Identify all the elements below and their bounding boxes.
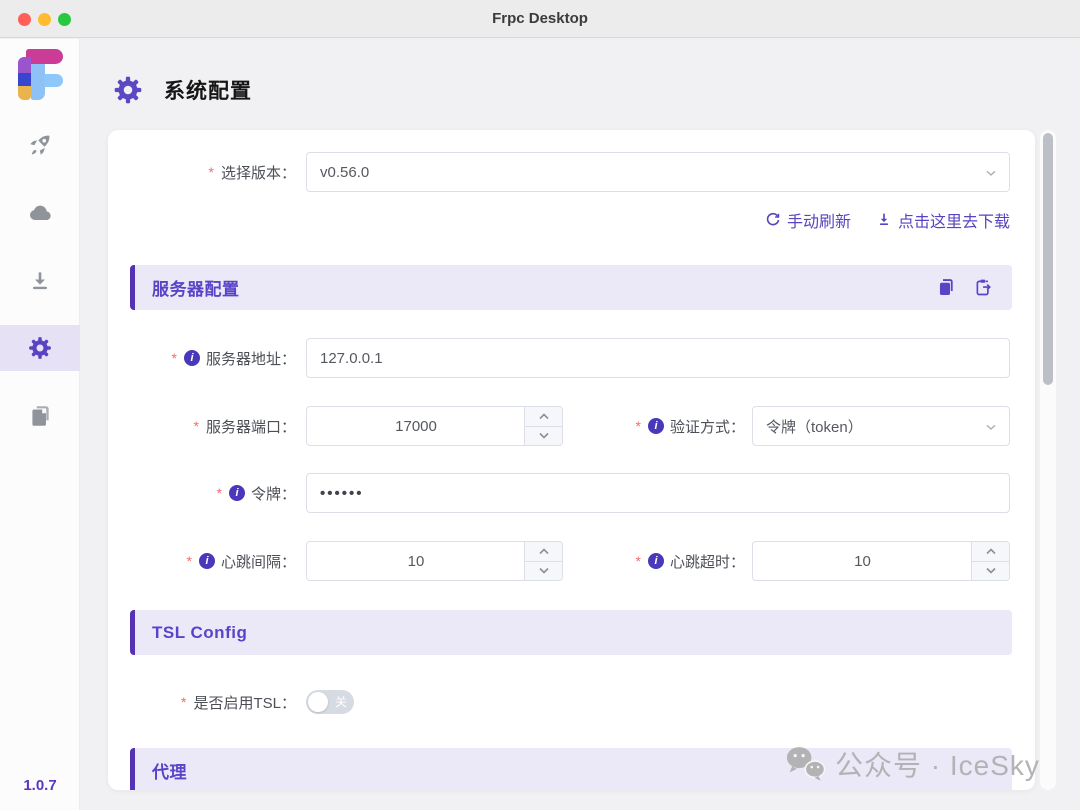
sidebar-item-logs[interactable]	[0, 393, 80, 439]
server-port-input[interactable]	[306, 406, 563, 446]
heartbeat-row: * i 心跳间隔： * i 心跳超时：	[108, 541, 1035, 581]
heartbeat-interval-value[interactable]	[307, 542, 525, 580]
info-icon[interactable]: i	[648, 418, 664, 434]
page-title: 系统配置	[164, 75, 252, 105]
wechat-icon	[784, 745, 826, 783]
sidebar: 1.0.7	[0, 39, 80, 810]
server-port-value[interactable]	[307, 407, 525, 445]
required-marker: *	[209, 164, 214, 180]
tsl-section-header: TSL Config	[130, 610, 1012, 655]
tsl-enable-label: * 是否启用TSL：	[108, 692, 296, 713]
minimize-window-button[interactable]	[38, 13, 51, 26]
sidebar-item-online[interactable]	[0, 190, 80, 236]
documents-icon	[27, 403, 53, 429]
sidebar-item-settings[interactable]	[0, 325, 80, 371]
chevron-down-icon	[983, 419, 999, 435]
heartbeat-timeout-input[interactable]	[752, 541, 1010, 581]
rocket-icon	[27, 132, 53, 158]
version-actions: 手动刷新 点击这里去下载	[764, 208, 1010, 232]
tsl-toggle[interactable]: 关	[306, 690, 354, 714]
server-address-row: * i 服务器地址：	[108, 338, 1035, 378]
spinner-down-button[interactable]	[525, 426, 562, 446]
info-icon[interactable]: i	[229, 485, 245, 501]
heartbeat-timeout-value[interactable]	[753, 542, 972, 580]
toggle-knob	[308, 692, 328, 712]
export-config-icon[interactable]	[973, 277, 994, 298]
auth-method-select[interactable]: 令牌（token）	[752, 406, 1010, 446]
download-arrow-icon	[875, 211, 893, 229]
window-title: Frpc Desktop	[0, 0, 1080, 37]
spinner-up-button[interactable]	[972, 542, 1009, 561]
download-icon	[27, 268, 53, 294]
cloud-icon	[27, 200, 53, 226]
info-icon[interactable]: i	[184, 350, 200, 366]
toggle-state-label: 关	[335, 690, 347, 714]
spinner-down-button[interactable]	[525, 561, 562, 581]
zoom-window-button[interactable]	[58, 13, 71, 26]
sidebar-item-launch[interactable]	[0, 122, 80, 168]
watermark-text: 公众号 · IceSky	[835, 744, 1040, 784]
window-titlebar: Frpc Desktop	[0, 0, 1080, 38]
heartbeat-interval-label: * i 心跳间隔：	[108, 551, 296, 572]
heartbeat-timeout-label: * i 心跳超时：	[563, 551, 745, 572]
chevron-down-icon	[983, 165, 999, 181]
timeout-spinner	[971, 542, 1009, 580]
token-input[interactable]	[306, 473, 1010, 513]
token-label: * i 令牌：	[108, 483, 296, 504]
auth-method-value: 令牌（token）	[766, 416, 863, 437]
manual-refresh-link[interactable]: 手动刷新	[764, 208, 851, 232]
server-address-label: * i 服务器地址：	[108, 348, 296, 369]
spinner-up-button[interactable]	[525, 542, 562, 561]
settings-gear-icon	[112, 74, 144, 106]
copy-config-icon[interactable]	[936, 277, 957, 298]
interval-spinner	[524, 542, 562, 580]
server-port-row: * 服务器端口： * i 验证方式： 令牌（token）	[108, 406, 1035, 446]
version-row: * 选择版本： v0.56.0	[108, 152, 1035, 192]
app-version: 1.0.7	[0, 777, 80, 794]
tsl-section-title: TSL Config	[152, 623, 994, 643]
version-label: * 选择版本：	[108, 162, 296, 183]
info-icon[interactable]: i	[199, 553, 215, 569]
token-row: * i 令牌：	[108, 473, 1035, 513]
spinner-up-button[interactable]	[525, 407, 562, 426]
auth-method-label: * i 验证方式：	[563, 416, 745, 437]
settings-card: * 选择版本： v0.56.0 手动刷新 点击这里去下载 服务器配置	[108, 130, 1035, 790]
tsl-toggle-row: * 是否启用TSL： 关	[108, 682, 1035, 722]
heartbeat-interval-input[interactable]	[306, 541, 563, 581]
version-select-value: v0.56.0	[320, 164, 369, 181]
info-icon[interactable]: i	[648, 553, 664, 569]
download-here-link[interactable]: 点击这里去下载	[875, 208, 1010, 232]
close-window-button[interactable]	[18, 13, 31, 26]
spinner-down-button[interactable]	[972, 561, 1009, 581]
server-section-header: 服务器配置	[130, 265, 1012, 310]
watermark: 公众号 · IceSky	[784, 744, 1040, 784]
sidebar-item-download[interactable]	[0, 258, 80, 304]
port-spinner	[524, 407, 562, 445]
scrollbar-track[interactable]	[1040, 130, 1056, 790]
page-header: 系统配置	[112, 71, 252, 109]
server-address-input[interactable]	[306, 338, 1010, 378]
scrollbar-thumb[interactable]	[1043, 133, 1053, 385]
app-logo	[14, 49, 66, 101]
version-select[interactable]: v0.56.0	[306, 152, 1010, 192]
server-section-title: 服务器配置	[152, 275, 936, 300]
gear-icon	[27, 335, 53, 361]
refresh-icon	[764, 211, 782, 229]
server-port-label: * 服务器端口：	[108, 416, 296, 437]
